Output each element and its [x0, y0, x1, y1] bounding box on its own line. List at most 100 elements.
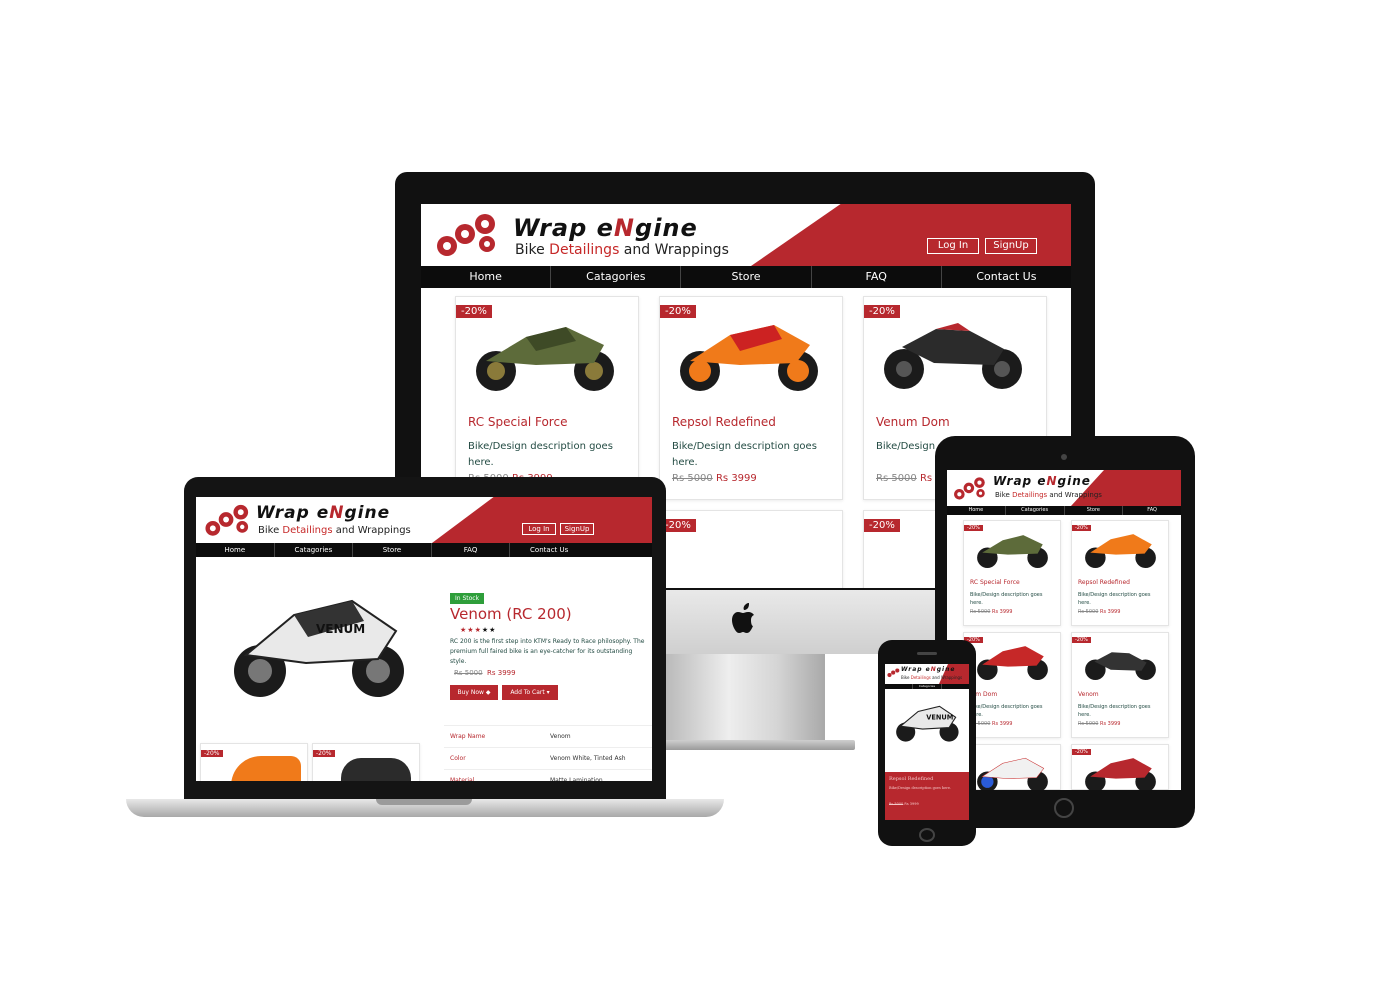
product-title[interactable]: Repsol Redefined	[1078, 579, 1130, 586]
product-title[interactable]: Venum Dom	[876, 415, 950, 429]
logo-chain-icon	[204, 503, 254, 539]
laptop-screen: Wrap eNgine Bike Detailings and Wrapping…	[196, 497, 652, 781]
product-title[interactable]: Repsol Redefined	[672, 415, 776, 429]
spec-key: Wrap Name	[450, 733, 486, 740]
product-card[interactable]: -20% Repsol Redefined Bike/Design descri…	[1071, 520, 1169, 626]
product-desc: Bike/Design description goes here.	[889, 786, 952, 790]
star-icon: ★	[467, 626, 475, 634]
bike-image	[1078, 753, 1164, 790]
discount-badge: -20%	[864, 519, 900, 532]
product-price: Rs 5000 Rs 3999	[970, 609, 1013, 615]
nav-categories[interactable]: Catagories	[275, 543, 354, 557]
product-desc: Bike/Design description goes here.	[672, 441, 817, 468]
related-card[interactable]: -20%	[200, 743, 308, 781]
apple-logo-icon	[731, 602, 759, 636]
nav-categories[interactable]: Catagories	[1006, 506, 1065, 515]
laptop-notch	[376, 799, 472, 805]
main-nav: Home Catagories Store FAQ	[947, 506, 1181, 515]
nav-categories[interactable]: Catagories	[551, 266, 682, 288]
product-price: Rs 5000 Rs 3999	[1078, 609, 1121, 615]
product-title[interactable]: Venom	[1078, 691, 1099, 698]
product-card[interactable]: -20% enum Dom Bike/Design description go…	[963, 632, 1061, 738]
detail-price: Rs 5000 Rs 3999	[454, 669, 516, 677]
phone-home-button[interactable]	[919, 828, 935, 842]
product-price: Rs 5000 Rs 3999	[1078, 721, 1121, 727]
phone-product-card[interactable]: Repsol Redefined Bike/Design description…	[885, 772, 969, 820]
phone-screen: Wrap eNgine Bike Detailings and Wrapping…	[885, 664, 969, 820]
product-desc: Bike/Design description goes here.	[970, 592, 1043, 606]
brand-name: Wrap eNgine	[513, 214, 698, 242]
spec-table: Wrap Name Venom Color Venom White, Tinte…	[444, 725, 652, 781]
brand-tagline: Bike Detailings and Wrappings	[258, 525, 411, 536]
tablet-home-button[interactable]	[1054, 798, 1074, 818]
nav-home[interactable]: Home	[947, 506, 1006, 515]
bike-image	[1078, 641, 1164, 685]
svg-text:VENUM: VENUM	[316, 622, 365, 636]
bike-image	[970, 529, 1056, 573]
spec-value: Matte Lamination	[550, 777, 603, 781]
logo-chain-icon	[953, 476, 989, 502]
spec-key: Color	[450, 755, 466, 762]
header-red-band	[432, 497, 652, 543]
product-title[interactable]: RC Special Force	[468, 415, 567, 429]
bike-image	[970, 753, 1056, 790]
nav-store[interactable]: Store	[353, 543, 432, 557]
product-card[interactable]	[963, 744, 1061, 790]
spec-row: Wrap Name Venom	[444, 725, 652, 747]
bike-image	[874, 307, 1034, 397]
nav-faq[interactable]: FAQ	[1123, 506, 1181, 515]
product-card[interactable]: -20% RC Special Force Bike/Design descri…	[455, 296, 639, 500]
brand-name: Wrap eNgine	[993, 474, 1091, 488]
product-title[interactable]: RC Special Force	[970, 579, 1020, 586]
login-button[interactable]: Log In	[522, 523, 556, 535]
phone-speaker	[917, 652, 937, 655]
nav-faq[interactable]: FAQ	[432, 543, 511, 557]
bike-image	[341, 758, 411, 781]
rating-stars: ★★★★★	[460, 626, 496, 634]
product-price: Rs 5000 Rs 3	[876, 473, 942, 484]
product-desc: Bike/Design description goes here.	[1078, 592, 1151, 606]
header-red-band	[751, 204, 1071, 266]
product-title[interactable]: Repsol Redefined	[889, 776, 933, 782]
tablet-header: Wrap eNgine Bike Detailings and Wrapping…	[947, 470, 1181, 506]
nav-home[interactable]	[885, 684, 914, 689]
nav-store[interactable]: Store	[1065, 506, 1124, 515]
main-nav: Catagories	[885, 684, 969, 689]
login-button[interactable]: Log In	[927, 238, 979, 254]
product-hero-image: VENUM	[891, 698, 963, 748]
product-price: Rs 5000 Rs 3999	[889, 802, 919, 806]
tag-icon: ◆	[485, 689, 491, 696]
nav-home[interactable]: Home	[196, 543, 275, 557]
laptop-header: Wrap eNgine Bike Detailings and Wrapping…	[196, 497, 652, 543]
nav-home[interactable]: Home	[421, 266, 552, 288]
nav-store[interactable]	[942, 684, 969, 689]
brand-tagline: Bike Detailings and Wrappings	[515, 242, 729, 258]
nav-bar-fill	[588, 543, 652, 557]
star-icon: ★	[474, 626, 482, 634]
nav-contact[interactable]: Contact Us	[510, 543, 588, 557]
product-title: Venom (RC 200)	[450, 605, 572, 623]
buy-now-button[interactable]: Buy Now ◆	[450, 685, 498, 700]
bike-image	[466, 315, 626, 397]
spec-key: Material	[450, 777, 475, 781]
bike-image	[670, 315, 830, 397]
bike-image	[231, 756, 301, 781]
signup-button[interactable]: SignUp	[560, 523, 594, 535]
product-card[interactable]: -20% Venom Bike/Design description goes …	[1071, 632, 1169, 738]
signup-button[interactable]: SignUp	[985, 238, 1037, 254]
svg-text:VENUM: VENUM	[926, 714, 953, 722]
main-nav: Home Catagories Store FAQ Contact Us	[421, 266, 1071, 288]
nav-store[interactable]: Store	[681, 266, 812, 288]
product-card[interactable]: -20% Repsol Redefined Bike/Design descri…	[659, 296, 843, 500]
spec-value: Venom White, Tinted Ash	[550, 755, 626, 762]
discount-badge: -20%	[313, 750, 335, 757]
add-to-cart-button[interactable]: Add To Cart ▾	[502, 685, 558, 700]
product-card[interactable]: -20%	[1071, 744, 1169, 790]
nav-contact[interactable]: Contact Us	[942, 266, 1071, 288]
related-card[interactable]: -20%	[312, 743, 420, 781]
tablet-screen: Wrap eNgine Bike Detailings and Wrapping…	[947, 470, 1181, 790]
nav-faq[interactable]: FAQ	[812, 266, 942, 288]
product-card[interactable]: -20% RC Special Force Bike/Design descri…	[963, 520, 1061, 626]
spec-row: Color Venom White, Tinted Ash	[444, 747, 652, 769]
nav-categories[interactable]: Catagories	[913, 684, 942, 689]
